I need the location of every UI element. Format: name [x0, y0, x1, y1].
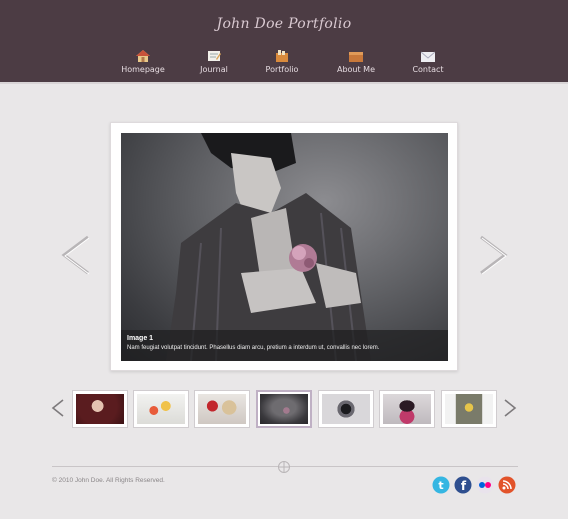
nav-label: About Me: [336, 65, 376, 74]
thumbnail-image: [137, 394, 185, 424]
thumbnail-2[interactable]: [133, 390, 189, 428]
caption-title: Image 1: [127, 335, 154, 342]
thumbnail-3[interactable]: [194, 390, 250, 428]
nav-label: Homepage: [121, 65, 165, 74]
slide-caption: Image 1 Nam feugiat volutpat tincidunt. …: [121, 330, 448, 361]
site-header: John Doe Portfolio Homepage Journal Port…: [0, 0, 568, 84]
caption-text: Nam feugiat volutpat tincidunt. Phasellu…: [127, 345, 380, 351]
thumbnail-5[interactable]: [318, 390, 374, 428]
nav-label: Portfolio: [265, 65, 299, 74]
twitter-icon[interactable]: t: [432, 476, 450, 494]
about-icon: [349, 52, 363, 62]
slide-image[interactable]: Image 1 Nam feugiat volutpat tincidunt. …: [121, 133, 448, 361]
svg-text:f: f: [461, 479, 467, 493]
nav-item-portfolio[interactable]: Portfolio: [247, 50, 317, 74]
previous-slide-arrow-icon[interactable]: [60, 235, 92, 275]
nav-item-journal[interactable]: Journal: [179, 50, 249, 74]
thumbnails-previous-arrow-icon[interactable]: [51, 399, 65, 417]
nav-label: Contact: [412, 65, 444, 74]
thumbnail-image: [322, 394, 370, 424]
copyright-text: © 2010 John Doe. All Rights Reserved.: [52, 477, 165, 484]
thumbnail-6[interactable]: [379, 390, 435, 428]
flickr-icon[interactable]: [476, 476, 494, 494]
thumbnail-image: [260, 394, 308, 424]
main-nav: Homepage Journal Portfolio About Me Cont…: [0, 50, 568, 80]
nav-item-contact[interactable]: Contact: [393, 50, 463, 74]
slideshow-frame: Image 1 Nam feugiat volutpat tincidunt. …: [110, 122, 458, 371]
thumbnail-4[interactable]: [256, 390, 312, 428]
journal-icon: [208, 51, 221, 61]
footer-ornament-icon: [278, 461, 290, 473]
thumbnails-next-arrow-icon[interactable]: [503, 399, 517, 417]
thumbnail-image: [383, 394, 431, 424]
slide-photo-illustration: [166, 133, 371, 361]
nav-label: Journal: [200, 65, 228, 74]
thumbnail-image: [445, 394, 493, 424]
thumbnail-image: [198, 394, 246, 424]
nav-item-homepage[interactable]: Homepage: [108, 50, 178, 74]
thumbnail-strip: [0, 388, 568, 430]
nav-item-about-me[interactable]: About Me: [321, 50, 391, 74]
thumbnail-1[interactable]: [72, 390, 128, 428]
rss-icon[interactable]: [498, 476, 516, 494]
portfolio-icon: [276, 50, 288, 62]
next-slide-arrow-icon[interactable]: [477, 235, 509, 275]
mail-icon: [421, 51, 435, 62]
site-title[interactable]: John Doe Portfolio: [0, 16, 568, 32]
thumbnail-7[interactable]: [441, 390, 497, 428]
thumbnail-image: [76, 394, 124, 424]
facebook-icon[interactable]: f: [454, 476, 472, 494]
svg-text:t: t: [438, 479, 443, 492]
home-icon: [136, 50, 150, 62]
